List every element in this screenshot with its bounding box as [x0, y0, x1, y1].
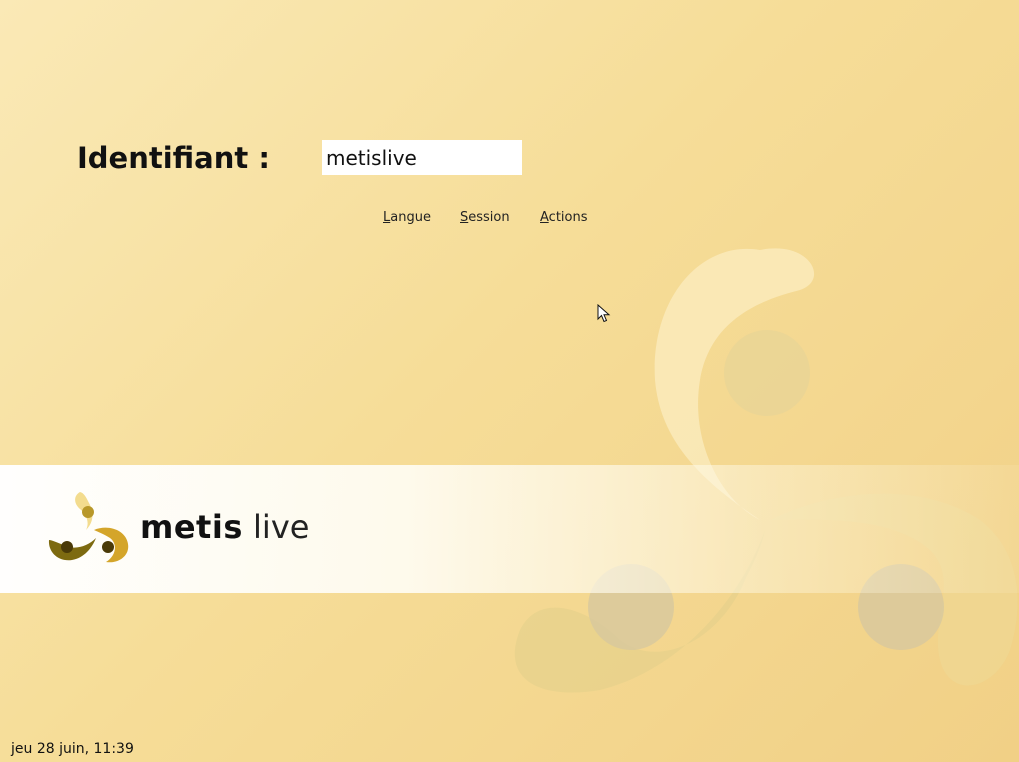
session-menu[interactable]: Session — [460, 210, 510, 225]
background-swirl-art — [514, 248, 1018, 693]
language-menu-label: angue — [390, 210, 431, 225]
brand-name-bold: metis — [140, 508, 243, 546]
username-input[interactable] — [322, 140, 522, 175]
clock-label: jeu 28 juin, 11:39 — [11, 741, 134, 757]
actions-menu[interactable]: Actions — [540, 210, 588, 225]
session-menu-label: ession — [468, 210, 510, 225]
mouse-pointer-icon — [597, 304, 611, 323]
language-menu[interactable]: Langue — [383, 210, 431, 225]
metis-logo-icon — [48, 492, 129, 563]
brand-name: metis live — [140, 507, 309, 547]
actions-menu-mnemonic: A — [540, 210, 549, 225]
actions-menu-label: ctions — [548, 210, 588, 225]
username-label: Identifiant : — [77, 141, 270, 175]
brand-name-light: live — [253, 508, 310, 546]
